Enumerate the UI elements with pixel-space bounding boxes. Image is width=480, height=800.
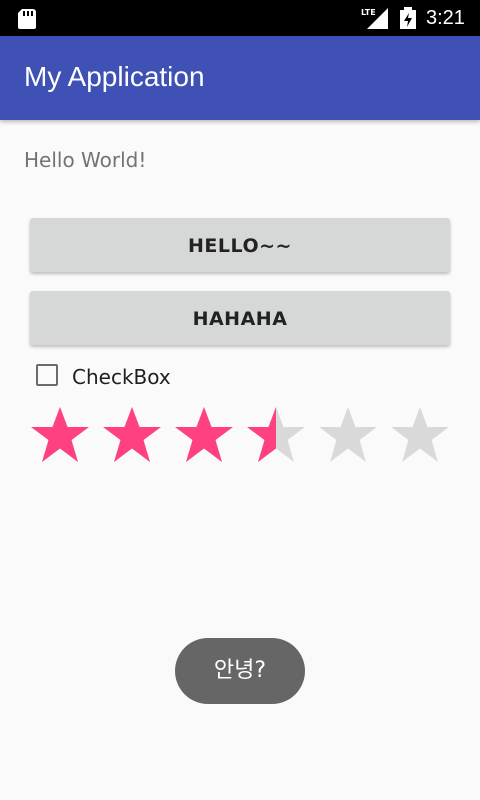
star-icon-5[interactable] [316, 404, 380, 468]
star-icon-4[interactable] [244, 404, 308, 468]
hello-button[interactable]: HELLO~~ [30, 218, 450, 272]
checkbox-label: CheckBox [72, 365, 171, 389]
checkbox-box[interactable] [36, 364, 58, 386]
app-title: My Application [24, 61, 205, 92]
star-icon-1[interactable] [28, 404, 92, 468]
battery-icon [400, 7, 416, 29]
star-icon-6[interactable] [388, 404, 452, 468]
hello-text: Hello World! [24, 148, 147, 172]
signal-icon: LTE [361, 8, 388, 29]
toast: 안녕? [175, 638, 305, 704]
sd-card-icon [18, 9, 36, 29]
star-icon-3[interactable] [172, 404, 236, 468]
clock: 3:21 [426, 7, 465, 29]
status-bar: LTE 3:21 [0, 0, 480, 36]
rating-bar[interactable] [28, 404, 458, 470]
app-bar: My Application [0, 36, 480, 120]
checkbox[interactable]: CheckBox [32, 360, 232, 394]
hahaha-button[interactable]: HAHAHA [30, 291, 450, 345]
star-icon-2[interactable] [100, 404, 164, 468]
svg-text:LTE: LTE [361, 8, 376, 17]
